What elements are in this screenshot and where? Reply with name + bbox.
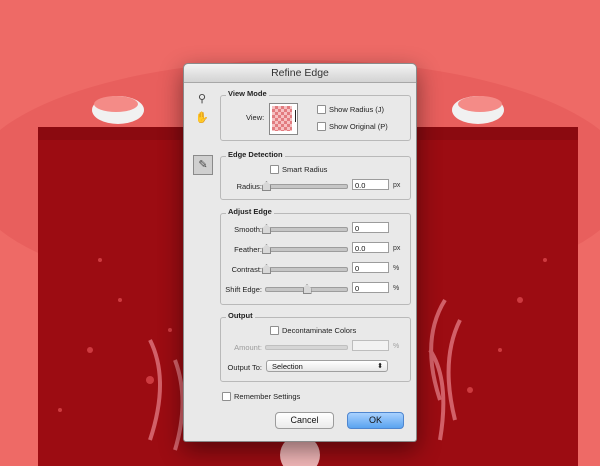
amount-unit: %	[393, 343, 400, 350]
zoom-tool-icon[interactable]: ⚲	[195, 92, 209, 106]
dropdown-arrows-icon: ⬍	[377, 363, 383, 370]
output-to-value: Selection	[272, 362, 303, 371]
smooth-slider[interactable]	[262, 224, 348, 234]
view-mode-legend: View Mode	[226, 89, 269, 98]
contrast-slider-thumb[interactable]	[262, 264, 271, 274]
amount-slider	[265, 345, 348, 350]
view-mode-dropdown-arrow-icon	[295, 110, 296, 122]
contrast-unit: %	[393, 265, 400, 272]
contrast-label: Contrast:	[231, 265, 262, 274]
shift-edge-unit: %	[393, 285, 400, 292]
radius-input[interactable]: 0.0	[352, 179, 389, 190]
output-section: Output Decontaminate Colors Amount: % Ou…	[220, 311, 411, 382]
refine-radius-brush-icon[interactable]: ✎	[193, 155, 213, 175]
radius-label: Radius:	[236, 182, 262, 191]
cancel-button[interactable]: Cancel	[275, 412, 334, 429]
radius-unit: px	[393, 182, 401, 189]
smart-radius-checkbox[interactable]	[270, 165, 279, 174]
show-radius-label: Show Radius (J)	[329, 105, 385, 114]
view-mode-section: View Mode View: Show Radius (J) Show Ori…	[220, 89, 411, 141]
view-mode-thumbnail	[272, 106, 292, 131]
feather-slider-thumb[interactable]	[262, 244, 271, 254]
radius-slider-thumb[interactable]	[262, 181, 271, 191]
decontaminate-colors-label: Decontaminate Colors	[282, 326, 357, 335]
view-label: View:	[246, 113, 265, 122]
adjust-edge-legend: Adjust Edge	[226, 207, 274, 216]
show-original-label: Show Original (P)	[329, 122, 388, 131]
shift-edge-slider[interactable]	[265, 284, 348, 294]
shift-edge-slider-thumb[interactable]	[302, 284, 312, 294]
amount-input	[352, 340, 389, 351]
output-to-label: Output To:	[227, 363, 262, 372]
output-to-dropdown[interactable]: Selection ⬍	[266, 360, 388, 372]
show-radius-checkbox[interactable]	[317, 105, 326, 114]
adjust-edge-section: Adjust Edge Smooth: 0 Feather: 0.0 px Co…	[220, 207, 411, 305]
feather-input[interactable]: 0.0	[352, 242, 389, 253]
smooth-slider-thumb[interactable]	[262, 224, 271, 234]
amount-label: Amount:	[234, 343, 262, 352]
decontaminate-colors-checkbox[interactable]	[270, 326, 279, 335]
edge-detection-section: Edge Detection Smart Radius Radius: 0.0 …	[220, 150, 411, 200]
smooth-input[interactable]: 0	[352, 222, 389, 233]
remember-settings-label: Remember Settings	[234, 392, 301, 401]
contrast-input[interactable]: 0	[352, 262, 389, 273]
refine-edge-dialog: Refine Edge ⚲ ✋ ✎ View Mode View: Show R…	[183, 63, 417, 442]
edge-detection-legend: Edge Detection	[226, 150, 285, 159]
shift-edge-input[interactable]: 0	[352, 282, 389, 293]
hand-tool-icon[interactable]: ✋	[195, 111, 209, 125]
remember-settings-checkbox[interactable]	[222, 392, 231, 401]
output-legend: Output	[226, 311, 255, 320]
contrast-slider[interactable]	[262, 264, 348, 274]
dialog-title: Refine Edge	[184, 64, 416, 83]
radius-slider[interactable]	[262, 181, 348, 191]
smooth-label: Smooth:	[234, 225, 262, 234]
show-original-checkbox[interactable]	[317, 122, 326, 131]
feather-slider[interactable]	[262, 244, 348, 254]
ok-button[interactable]: OK	[347, 412, 404, 429]
smart-radius-label: Smart Radius	[282, 165, 328, 174]
feather-label: Feather:	[234, 245, 262, 254]
feather-unit: px	[393, 245, 401, 252]
view-mode-picker[interactable]	[269, 103, 298, 135]
shift-edge-label: Shift Edge:	[225, 285, 262, 294]
